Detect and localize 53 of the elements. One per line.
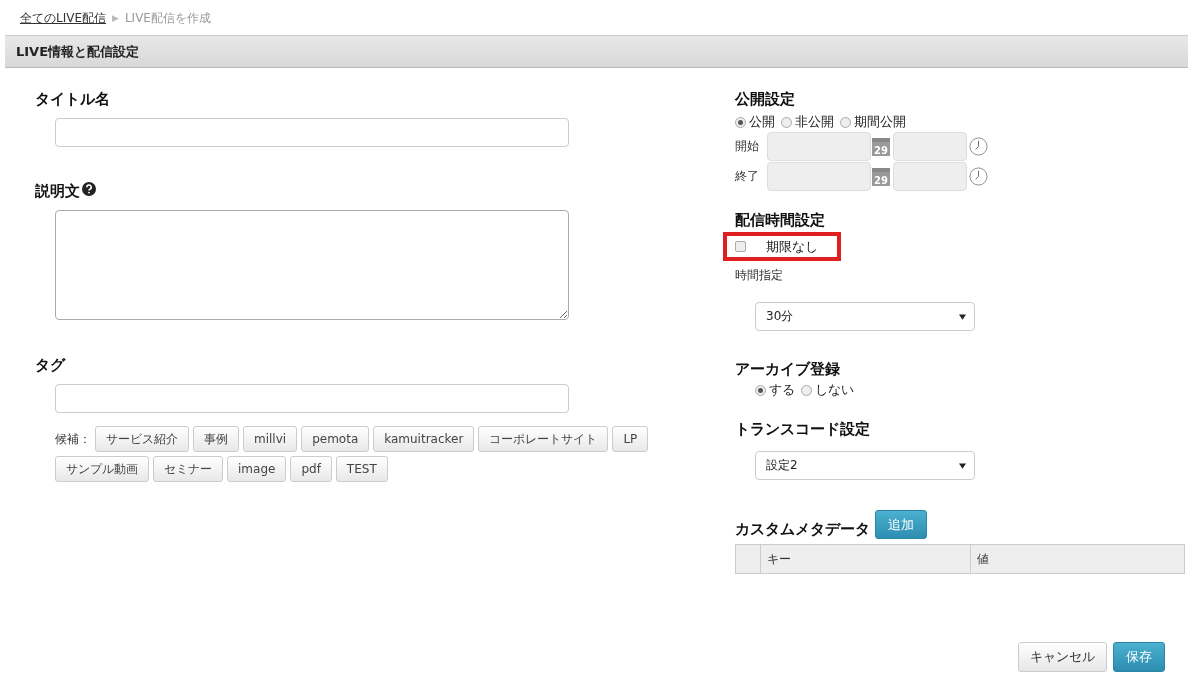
clock-icon[interactable] <box>969 137 988 156</box>
radio-icon[interactable] <box>801 384 812 396</box>
radio-option[interactable]: 期間公開 <box>840 113 906 131</box>
radio-icon[interactable] <box>755 384 766 396</box>
tag-candidate-button[interactable]: セミナー <box>153 456 223 482</box>
radio-option[interactable]: する <box>755 381 795 399</box>
tag-candidate-button[interactable]: サービス紹介 <box>95 426 189 452</box>
radio-option[interactable]: しない <box>801 381 854 399</box>
tag-candidate-button[interactable]: pemota <box>301 426 370 452</box>
tag-candidate-button[interactable]: millvi <box>243 426 298 452</box>
help-icon[interactable] <box>82 181 96 196</box>
section-label: 配信時間設定 <box>735 211 826 230</box>
section-label: 公開設定 <box>735 90 796 109</box>
breadcrumb-link[interactable]: 全てのLIVE配信 <box>20 9 106 27</box>
duration-dropdown[interactable]: 30分 <box>755 302 975 331</box>
table-header-cell: キー <box>761 545 971 573</box>
tag-candidate-button[interactable]: コーポレートサイト <box>478 426 609 452</box>
radio-icon[interactable] <box>781 116 792 128</box>
tag-candidate-button[interactable]: LP <box>612 426 649 452</box>
radio-icon[interactable] <box>840 116 851 128</box>
radio-option[interactable]: 非公開 <box>781 113 834 131</box>
field-label: タグ <box>35 356 67 375</box>
radio-icon[interactable] <box>735 116 746 128</box>
section-header-title: LIVE情報と配信設定 <box>16 42 140 61</box>
tag-candidate-button[interactable]: TEST <box>335 456 388 482</box>
clock-icon[interactable] <box>969 167 988 186</box>
field-label: タイトル名 <box>35 90 111 109</box>
radio-option[interactable]: 公開 <box>735 113 775 131</box>
transcode-dropdown[interactable]: 設定2 <box>755 451 975 480</box>
description-textarea[interactable] <box>55 210 569 320</box>
title-input-field[interactable] <box>55 118 569 147</box>
checkbox[interactable] <box>735 241 746 252</box>
caret-icon <box>959 313 966 320</box>
tag-input-field[interactable] <box>55 384 569 413</box>
tag-candidate-button[interactable]: kamuitracker <box>373 426 475 452</box>
table-header-cell-text: 値 <box>976 550 990 568</box>
section-label: トランスコード設定 <box>735 420 871 439</box>
caret-icon <box>959 462 966 469</box>
date-row-label: 終了 <box>735 168 760 185</box>
date-row-label: 開始 <box>735 138 760 155</box>
candidates-label: 候補： <box>55 430 91 448</box>
field-label: 説明文 <box>35 182 80 201</box>
tag-candidate-button[interactable]: image <box>227 456 287 482</box>
cancel-button[interactable]: キャンセル <box>1018 642 1107 672</box>
checkbox-label: 期限なし <box>766 237 818 256</box>
tag-candidate-button[interactable]: pdf <box>290 456 332 482</box>
breadcrumb-separator: ▶ <box>112 13 119 23</box>
breadcrumb-current: LIVE配信を作成 <box>124 9 211 27</box>
section-label: アーカイブ登録 <box>735 360 841 379</box>
tag-candidate-button[interactable]: 事例 <box>193 426 239 452</box>
section-label: カスタムメタデータ <box>735 520 870 539</box>
field-label: 時間指定 <box>735 267 784 284</box>
tag-candidate-button[interactable]: サンプル動画 <box>55 456 149 482</box>
